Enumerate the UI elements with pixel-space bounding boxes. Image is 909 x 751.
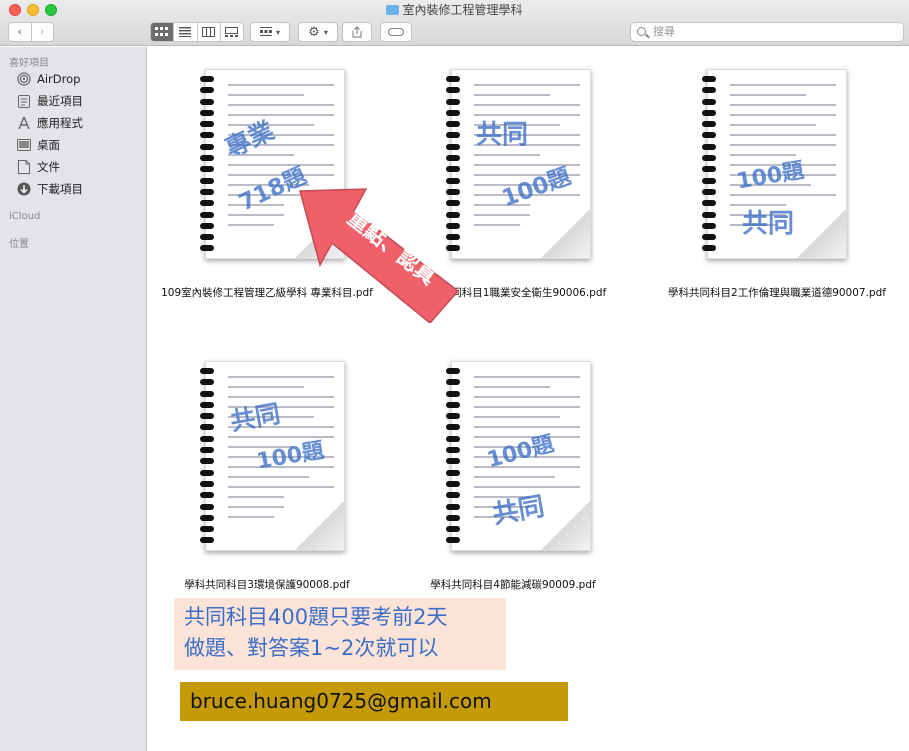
sidebar-item-label: 最近項目	[37, 94, 83, 108]
highlight-arrow: 重點、認真	[299, 188, 460, 323]
overlay-count: 100題	[254, 438, 327, 475]
overlay-label: 共同	[476, 120, 529, 150]
overlay-label: 共同	[742, 209, 795, 239]
list-view-button[interactable]	[173, 23, 196, 41]
favorites-header: 喜好項目	[9, 58, 49, 69]
overlay-count: 100題	[734, 158, 807, 195]
binding-spiral	[200, 76, 214, 252]
arrow-shape	[299, 188, 460, 323]
sidebar-item-downloads[interactable]: 下載項目	[17, 179, 83, 199]
sidebar: 喜好項目 AirDrop 最近項目 應用程式 桌面 文件 下載項目 iCloud…	[0, 47, 147, 751]
applications-icon	[17, 116, 31, 130]
desktop-icon	[17, 138, 31, 152]
column-view-button[interactable]	[196, 23, 220, 41]
icon-view-button[interactable]	[151, 23, 174, 41]
chevron-down-icon: ▾	[275, 27, 280, 37]
file-item[interactable]: 共同 100題 學科共同科目3環境保護90008.pdf	[147, 339, 387, 599]
file-name: 學科共同科目4節能減碳90009.pdf	[430, 579, 596, 591]
share-button[interactable]	[342, 22, 372, 42]
page-curl	[798, 210, 846, 258]
overlay-label: 專業	[220, 115, 279, 164]
pdf-thumbnail[interactable]: 100題 共同	[702, 69, 847, 259]
window-title-text: 室內裝修工程管理學科	[402, 3, 523, 17]
sidebar-item-label: 下載項目	[37, 182, 83, 196]
pdf-thumbnail[interactable]: 共同 100題	[200, 361, 345, 551]
search-icon	[637, 27, 646, 36]
locations-header: 位置	[9, 239, 29, 250]
page-curl	[542, 210, 590, 258]
sidebar-item-label: 應用程式	[37, 116, 83, 130]
gear-icon: ⚙	[308, 24, 320, 40]
list-icon	[179, 27, 192, 37]
forward-button[interactable]: ›	[30, 23, 54, 41]
sidebar-item-label: AirDrop	[37, 72, 81, 86]
tags-button[interactable]	[380, 22, 412, 42]
file-item[interactable]: 100題 共同 學科共同科目4節能減碳90009.pdf	[393, 339, 633, 599]
back-forward-group: ‹ ›	[8, 22, 54, 42]
tag-icon	[388, 28, 404, 36]
pdf-thumbnail[interactable]: 共同 100題	[446, 69, 591, 259]
pdf-thumbnail[interactable]: 100題 共同	[446, 361, 591, 551]
sidebar-item-applications[interactable]: 應用程式	[17, 113, 83, 133]
overlay-label: 共同	[490, 491, 547, 531]
overlay-label: 共同	[228, 398, 283, 437]
binding-spiral	[702, 76, 716, 252]
sidebar-item-label: 桌面	[37, 138, 60, 152]
study-note: 共同科目400題只要考前2天 做題、對答案1~2次就可以	[174, 598, 506, 670]
window-toolbar: 室內裝修工程管理學科 ‹ › ▾ ⚙ ▾ 搜尋	[0, 0, 909, 46]
icloud-header: iCloud	[9, 211, 41, 222]
sidebar-item-desktop[interactable]: 桌面	[17, 135, 60, 155]
page-curl	[542, 502, 590, 550]
share-icon	[352, 26, 362, 38]
group-by-button[interactable]: ▾	[250, 22, 290, 42]
view-mode-group	[150, 22, 244, 42]
gallery-view-button[interactable]	[219, 23, 243, 41]
note-line: 做題、對答案1~2次就可以	[184, 636, 439, 660]
sidebar-item-label: 文件	[37, 160, 60, 174]
file-name: 學科共同科目3環境保護90008.pdf	[184, 579, 350, 591]
folder-icon	[386, 5, 400, 15]
page-curl	[296, 502, 344, 550]
group-grid-icon	[259, 27, 272, 36]
recents-icon	[17, 94, 31, 108]
binding-spiral	[446, 368, 460, 544]
binding-spiral	[200, 368, 214, 544]
sidebar-item-documents[interactable]: 文件	[17, 157, 60, 177]
sidebar-item-recents[interactable]: 最近項目	[17, 91, 83, 111]
search-placeholder: 搜尋	[653, 25, 675, 38]
documents-icon	[17, 160, 31, 174]
downloads-icon	[17, 182, 31, 196]
window-title: 室內裝修工程管理學科	[0, 2, 909, 18]
note-line: 共同科目400題只要考前2天	[184, 605, 448, 629]
sidebar-item-airdrop[interactable]: AirDrop	[17, 69, 80, 89]
grid-icon	[155, 27, 169, 36]
search-field[interactable]: 搜尋	[630, 22, 904, 42]
chevron-down-icon: ▾	[323, 27, 328, 37]
action-menu-button[interactable]: ⚙ ▾	[298, 22, 338, 42]
airdrop-icon	[17, 72, 31, 86]
gallery-icon	[225, 27, 239, 37]
back-button[interactable]: ‹	[9, 23, 31, 41]
columns-icon	[202, 27, 216, 37]
contact-email: bruce.huang0725@gmail.com	[180, 682, 568, 721]
file-item[interactable]: 100題 共同 學科共同科目2工作倫理與職業道德90007.pdf	[657, 47, 897, 307]
file-name: 學科共同科目2工作倫理與職業道德90007.pdf	[668, 287, 886, 299]
